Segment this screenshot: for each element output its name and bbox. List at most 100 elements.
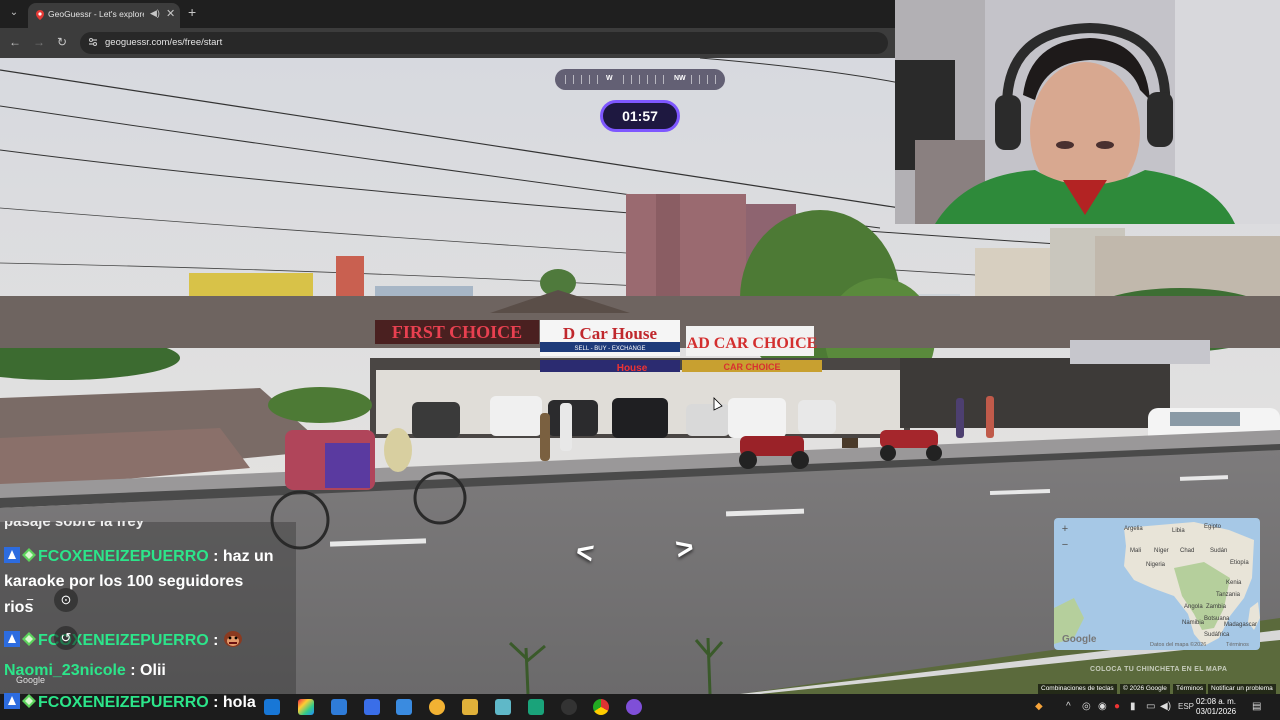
chat-text: haz un [222,548,274,565]
chat-username: FCOXENEIZEPUERRO [38,548,209,565]
forward-arrow-icon[interactable]: → [32,35,46,49]
return-to-start-icon[interactable]: ⊙ [54,588,78,612]
new-tab-button[interactable]: + [188,4,196,20]
map-label: Zambia [1206,604,1227,610]
microphone-icon[interactable]: ▮ [1130,701,1136,712]
map-label: Angola [1184,604,1203,610]
chat-username: FCOXENEIZEPUERRO [38,694,209,711]
file-explorer-icon[interactable] [462,699,478,715]
notification-icon[interactable]: ▤ [1252,701,1261,712]
gem-icon [22,632,36,646]
language-indicator[interactable]: ESP [1178,702,1194,711]
map-label: Madagascar [1224,622,1258,628]
site-info-icon[interactable] [88,37,98,47]
clock-time: 02:08 a. m. [1196,697,1237,706]
browser-tab[interactable]: GeoGuessr - Let's explore the world! ◀) … [28,3,180,28]
pycharm-icon[interactable] [528,699,544,715]
copyright-text: © 2026 Google [1120,684,1170,694]
gem-icon [22,694,36,708]
streamer-webcam-image [895,0,1280,224]
store-icon[interactable] [364,699,380,715]
guess-minimap[interactable]: + − Argelia Libia Egipto Mali Níger Chad… [1054,518,1260,650]
sign-d-car-house: D Car House [563,324,658,343]
address-bar: ← → ↻ geoguessr.com/es/free/start [0,28,895,58]
map-label: Namibia [1182,620,1205,626]
tray-icon[interactable]: ● [1114,701,1120,712]
messenger-icon[interactable] [626,699,642,715]
badge-icon [4,547,20,563]
map-label: Sudáfrica [1204,632,1230,638]
map-label: Sudán [1210,548,1228,554]
tray-icon[interactable]: ◎ [1082,701,1091,712]
vscode-icon[interactable] [396,699,412,715]
notification-app-icon[interactable]: ◆ [1035,701,1043,712]
map-label: Egipto [1204,524,1222,530]
map-label: Chad [1180,548,1195,554]
sign-car-choice-lower: CAR CHOICE [723,362,780,372]
chevron-up-icon[interactable]: ^ [1066,701,1071,712]
app-icon[interactable] [429,699,445,715]
mail-icon[interactable] [331,699,347,715]
compass-label-w: W [606,75,613,82]
notes-icon[interactable] [495,699,511,715]
chat-separator: : [208,548,223,565]
sign-first-choice: FIRST CHOICE [392,322,522,342]
sign-sell-buy: SELL - BUY - EXCHANGE [574,346,645,352]
browser-tab-bar: ⌄ GeoGuessr - Let's explore the world! ◀… [0,0,895,28]
undo-move-icon[interactable]: ↺ [54,626,78,650]
monkey-face-emote [223,631,242,647]
clock[interactable]: 02:08 a. m. 03/01/2026 [1196,697,1236,717]
chrome-icon[interactable] [593,699,609,715]
chat-message: FCOXENEIZEPUERRO : hola [4,693,256,712]
reload-icon[interactable]: ↻ [55,35,69,49]
map-label: Níger [1154,548,1169,554]
chat-message: FCOXENEIZEPUERRO : haz un [4,547,274,566]
copilot-icon[interactable] [298,699,314,715]
map-label: Etiopía [1230,560,1249,566]
url-text: geoguessr.com/es/free/start [105,37,223,48]
chat-message: FCOXENEIZEPUERRO : [4,630,243,650]
chat-separator: : [208,694,223,711]
map-label: Kenia [1226,580,1242,586]
compass-label-nw: NW [674,75,686,82]
webcam-overlay [895,0,1280,224]
sign-house: House [617,363,648,374]
edge-icon[interactable] [264,699,280,715]
volume-icon[interactable]: ◀) [1160,701,1171,712]
report-problem-link[interactable]: Notificar un problema [1208,684,1276,694]
chat-message-continuation: karaoke por los 100 seguidores [4,573,244,590]
map-zoom-out-button[interactable]: − [1058,539,1072,553]
tray-icon[interactable]: ◉ [1098,701,1107,712]
speaker-icon[interactable]: ◀) [150,8,160,19]
compass: W NW [555,69,725,90]
tab-search-button[interactable]: ⌄ [6,5,22,21]
place-pin-button[interactable]: COLOCA TU CHINCHETA EN EL MAPA [1090,666,1227,673]
chat-text: hola [222,694,256,711]
map-google-logo: Google [1062,634,1097,645]
map-label: Tanzania [1216,592,1241,598]
map-label: Argelia [1124,526,1143,532]
network-icon[interactable]: ▭ [1146,701,1155,712]
zoom-out-icon[interactable]: − [18,588,42,612]
map-zoom-in-button[interactable]: + [1058,523,1072,537]
clock-date: 03/01/2026 [1196,707,1237,716]
map-data-credit: Datos del mapa ©2026 [1150,642,1207,648]
map-pin-icon [36,10,44,20]
url-input[interactable]: geoguessr.com/es/free/start [80,32,888,54]
badge-icon [4,631,20,647]
close-icon[interactable]: ✕ [166,7,175,20]
back-arrow-icon[interactable]: ← [8,35,22,49]
obs-icon[interactable] [561,699,577,715]
badge-icon [4,693,20,709]
map-label: Mali [1130,548,1142,554]
round-timer: 01:57 [600,100,680,132]
chat-separator: : [125,662,141,679]
sign-ad-car-choice: AD CAR CHOICE [687,335,818,352]
map-label: Nigeria [1146,562,1166,568]
map-terms-link[interactable]: Términos [1226,642,1249,648]
map-label: Libia [1172,528,1185,534]
chat-separator: : [208,632,223,649]
terms-link[interactable]: Términos [1173,684,1207,694]
keyboard-shortcuts-link[interactable]: Combinaciones de teclas [1038,684,1117,694]
google-watermark: Google [16,675,46,685]
